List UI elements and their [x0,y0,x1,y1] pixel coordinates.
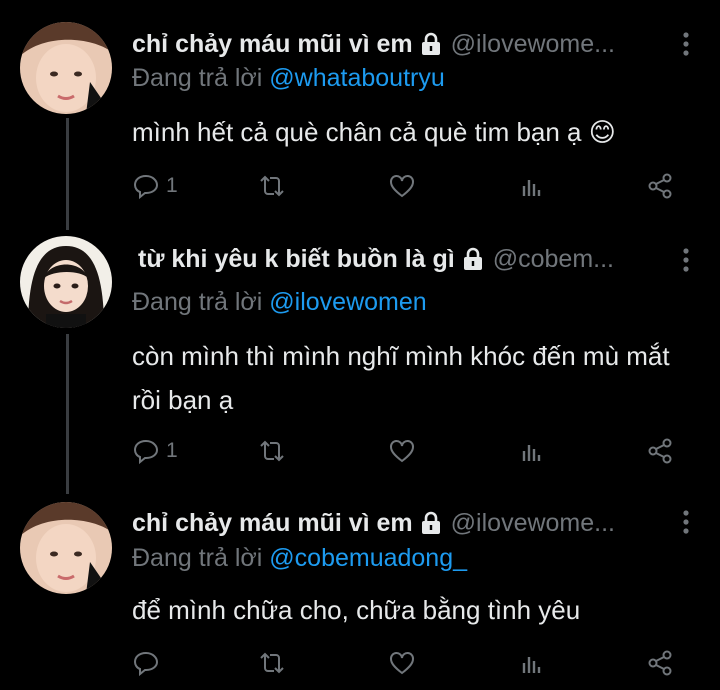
user-handle[interactable]: @ilovewome... [451,509,615,538]
tweet-actions [132,648,680,678]
reply-count: 1 [166,439,178,462]
tweet[interactable]: chỉ chảy máu mũi vì em @ilovewome... Đan… [0,494,720,690]
reply-button[interactable]: 1 [132,436,178,466]
reply-icon [133,651,159,677]
replying-to: Đang trả lời @ilovewomen [132,288,427,317]
more-vertical-icon[interactable] [682,248,690,272]
share-button[interactable] [646,648,674,678]
like-icon [390,440,414,463]
like-icon [390,652,414,675]
tweet-text: để mình chữa cho, chữa bằng tình yêu [132,595,581,625]
lock-icon [421,32,440,55]
like-button[interactable] [388,436,416,466]
replying-to-label: Đang trả lời [132,64,270,92]
share-icon [648,650,672,676]
tweet-header: chỉ chảy máu mũi vì em @ilovewome... [132,506,660,540]
avatar[interactable] [20,22,112,114]
retweet-button[interactable] [258,436,286,466]
tweet-header: từ khi yêu k biết buồn là gì @cobem... [138,242,660,276]
share-icon [648,438,672,464]
like-icon [390,175,414,198]
mention-link[interactable]: @whataboutryu [269,64,444,92]
retweet-icon [260,652,284,674]
display-name[interactable]: từ khi yêu k biết buồn là gì [138,245,455,274]
replying-to-label: Đang trả lời [132,288,270,316]
analytics-icon [522,180,541,196]
avatar[interactable] [20,502,112,594]
share-button[interactable] [646,436,674,466]
reply-icon [133,174,159,200]
user-handle[interactable]: @cobem... [493,245,614,274]
mention-link[interactable]: @ilovewomen [269,288,426,316]
more-vertical-icon[interactable] [682,510,690,534]
tweet[interactable]: từ khi yêu k biết buồn là gì @cobem... Đ… [0,230,720,500]
lock-icon [463,247,482,270]
analytics-icon [522,445,541,461]
replying-to: Đang trả lời @whataboutryu [132,64,445,93]
analytics-button[interactable] [518,436,546,466]
tweet-text: mình hết cả què chân cả què tim bạn ạ 😊 [132,117,616,147]
retweet-icon [260,440,284,462]
share-button[interactable] [646,171,674,201]
retweet-button[interactable] [258,171,286,201]
more-vertical-icon[interactable] [682,32,690,56]
like-button[interactable] [388,648,416,678]
replying-to-label: Đang trả lời [132,544,270,572]
tweet-header: chỉ chảy máu mũi vì em @ilovewome... [132,27,660,61]
tweet-text: còn mình thì mình nghĩ mình khóc đến mù … [132,341,670,415]
reply-button[interactable] [132,648,166,678]
analytics-button[interactable] [518,648,546,678]
reply-thread: chỉ chảy máu mũi vì em @ilovewome... Đan… [0,0,720,690]
share-icon [648,173,672,199]
tweet-actions: 1 [132,171,680,201]
lock-icon [421,511,440,534]
analytics-icon [522,657,541,673]
tweet[interactable]: chỉ chảy máu mũi vì em @ilovewome... Đan… [0,0,720,230]
reply-count: 1 [166,174,178,197]
display-name[interactable]: chỉ chảy máu mũi vì em [132,509,413,538]
display-name[interactable]: chỉ chảy máu mũi vì em [132,30,413,59]
reply-icon [133,439,159,465]
like-button[interactable] [388,171,416,201]
mention-link[interactable]: @cobemuadong_ [269,544,467,572]
user-handle[interactable]: @ilovewome... [451,30,615,59]
replying-to: Đang trả lời @cobemuadong_ [132,544,467,573]
retweet-icon [260,175,284,197]
analytics-button[interactable] [518,171,546,201]
reply-button[interactable]: 1 [132,171,178,201]
avatar[interactable] [20,236,112,328]
tweet-actions: 1 [132,436,680,466]
retweet-button[interactable] [258,648,286,678]
